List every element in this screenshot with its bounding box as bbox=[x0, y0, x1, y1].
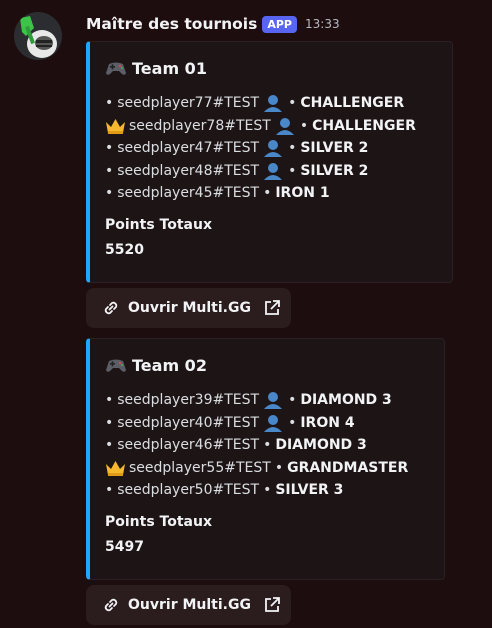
player-name: seedplayer39#TEST bbox=[117, 392, 260, 409]
player-line: • seedplayer39#TEST • DIAMOND 3 bbox=[105, 392, 392, 410]
player-name: seedplayer40#TEST bbox=[117, 414, 260, 431]
open-multigg-button[interactable]: Ouvrir Multi.GG bbox=[86, 585, 291, 625]
external-link-icon bbox=[265, 597, 280, 612]
player-name: seedplayer47#TEST bbox=[117, 140, 260, 157]
player-line: • seedplayer46#TEST • DIAMOND 3 bbox=[105, 437, 367, 454]
player-rank: IRON 1 bbox=[275, 185, 330, 202]
player-rank: SILVER 2 bbox=[300, 162, 369, 179]
person-icon bbox=[264, 392, 283, 410]
person-icon bbox=[264, 162, 283, 180]
player-rank: SILVER 2 bbox=[300, 140, 369, 157]
player-rank: DIAMOND 3 bbox=[275, 437, 367, 454]
player-line: seedplayer78#TEST • CHALLENGER bbox=[105, 115, 416, 138]
knight-avatar-icon bbox=[14, 12, 62, 60]
player-name: seedplayer77#TEST bbox=[117, 95, 260, 112]
player-rank: SILVER 3 bbox=[275, 482, 344, 499]
field-name: Points Totaux bbox=[105, 514, 212, 530]
player-list: • seedplayer39#TEST • DIAMOND 3 • seedpl… bbox=[105, 389, 408, 502]
player-line: • seedplayer40#TEST • IRON 4 bbox=[105, 414, 355, 432]
gamepad-icon bbox=[106, 62, 126, 75]
player-name: seedplayer78#TEST bbox=[129, 117, 271, 134]
app-badge: APP bbox=[262, 15, 297, 33]
crown-icon bbox=[106, 118, 125, 134]
player-name: seedplayer45#TEST bbox=[117, 185, 260, 202]
field-value: 5497 bbox=[105, 539, 144, 555]
player-line: • seedplayer47#TEST • SILVER 2 bbox=[105, 140, 369, 158]
link-icon bbox=[104, 598, 118, 612]
player-line: • seedplayer45#TEST • IRON 1 bbox=[105, 185, 330, 202]
player-name: seedplayer46#TEST bbox=[117, 437, 260, 454]
player-rank: CHALLENGER bbox=[312, 117, 416, 134]
open-multigg-button[interactable]: Ouvrir Multi.GG bbox=[86, 288, 291, 328]
player-rank: CHALLENGER bbox=[300, 95, 405, 112]
embed-title-text: Team 01 bbox=[132, 58, 207, 78]
person-icon bbox=[275, 117, 294, 135]
player-list: • seedplayer77#TEST • CHALLENGER seedpla… bbox=[105, 92, 416, 205]
player-line: • seedplayer50#TEST • SILVER 3 bbox=[105, 482, 344, 499]
button-label: Ouvrir Multi.GG bbox=[128, 300, 251, 316]
player-name: seedplayer55#TEST bbox=[129, 459, 271, 476]
field-value: 5520 bbox=[105, 242, 144, 258]
player-rank: DIAMOND 3 bbox=[300, 392, 392, 409]
gamepad-icon bbox=[106, 359, 126, 372]
player-line: seedplayer55#TEST • GRANDMASTER bbox=[105, 457, 408, 480]
crown-icon bbox=[106, 460, 125, 476]
bot-avatar[interactable] bbox=[14, 12, 62, 60]
team-embed: Team 01 • seedplayer77#TEST • CHALLENGER… bbox=[86, 41, 453, 283]
player-rank: IRON 4 bbox=[300, 414, 355, 431]
person-icon bbox=[264, 140, 283, 158]
player-name: seedplayer48#TEST bbox=[117, 162, 260, 179]
player-rank: GRANDMASTER bbox=[287, 459, 409, 476]
player-line: • seedplayer77#TEST • CHALLENGER bbox=[105, 95, 405, 113]
person-icon bbox=[264, 95, 283, 113]
team-embed: Team 02 • seedplayer39#TEST • DIAMOND 3 … bbox=[86, 338, 445, 580]
person-icon bbox=[264, 414, 283, 432]
link-icon bbox=[104, 301, 118, 315]
field-name: Points Totaux bbox=[105, 217, 212, 233]
external-link-icon bbox=[265, 300, 280, 315]
embed-title: Team 02 bbox=[105, 355, 207, 375]
message-header: Maître des tournois APP 13:33 bbox=[86, 13, 340, 35]
embed-title-text: Team 02 bbox=[132, 355, 207, 375]
player-name: seedplayer50#TEST bbox=[117, 482, 260, 499]
embed-title: Team 01 bbox=[105, 58, 207, 78]
message-timestamp[interactable]: 13:33 bbox=[305, 17, 340, 31]
player-line: • seedplayer48#TEST • SILVER 2 bbox=[105, 162, 369, 180]
button-label: Ouvrir Multi.GG bbox=[128, 597, 251, 613]
author-name[interactable]: Maître des tournois bbox=[86, 15, 257, 33]
